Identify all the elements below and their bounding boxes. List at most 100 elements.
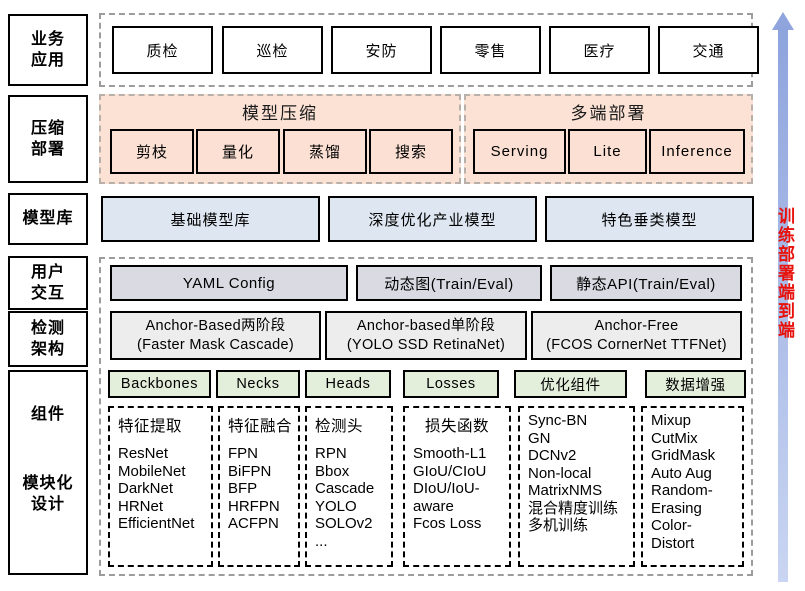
- list-item: Auto Aug: [651, 464, 712, 482]
- component-tag-0-label: Backbones: [120, 376, 199, 392]
- row-label-compress-text: 压缩 部署: [30, 119, 65, 158]
- interaction-item-1[interactable]: 动态图(Train/Eval): [356, 265, 542, 301]
- list-item: 多机训练: [528, 517, 589, 535]
- app-box-4[interactable]: 医疗: [549, 26, 650, 74]
- deployment-item-2-label: Inference: [661, 143, 733, 160]
- row-label-interaction-text: 用户 交互: [30, 263, 65, 302]
- list-item: DIoU/IoU-: [413, 480, 480, 498]
- module-column-0-list: ResNet MobileNet DarkNet HRNet Efficient…: [118, 445, 211, 533]
- model-compression-title: 模型压缩: [242, 104, 318, 123]
- list-item: HRFPN: [228, 497, 280, 515]
- arch-item-0[interactable]: Anchor-Based两阶段 (Faster Mask Cascade): [110, 311, 321, 360]
- deployment-item-0-label: Serving: [490, 143, 549, 160]
- app-box-3[interactable]: 零售: [440, 26, 541, 74]
- component-tag-5-label: 数据增强: [665, 377, 726, 394]
- model-zoo-item-1[interactable]: 深度优化产业模型: [328, 196, 537, 242]
- row-label-business-text: 业务 应用: [30, 30, 65, 69]
- list-item: DCNv2: [528, 447, 577, 465]
- architecture-diagram: 业务 应用 质检 巡检 安防 零售 医疗 交通 压缩 部署 模型压缩 剪枝 量化…: [0, 0, 805, 591]
- module-column-3-title: 损失函数: [424, 418, 489, 435]
- module-column-5: Mixup CutMix GridMask Auto Aug Random- E…: [641, 406, 744, 567]
- app-box-1-label: 巡检: [256, 42, 289, 60]
- list-item: Bbox: [315, 462, 350, 480]
- deployment-item-1[interactable]: Lite: [568, 129, 647, 174]
- row-label-modelzoo: 模型库: [8, 193, 88, 245]
- interaction-item-0[interactable]: YAML Config: [110, 265, 348, 301]
- list-item: ResNet: [118, 445, 169, 462]
- module-column-1-title: 特征融合: [228, 418, 293, 435]
- list-item: RPN: [315, 445, 347, 462]
- list-item: FPN: [228, 445, 258, 462]
- component-tag-1[interactable]: Necks: [216, 370, 300, 398]
- module-column-0: 特征提取 ResNet MobileNet DarkNet HRNet Effi…: [108, 406, 213, 567]
- list-item: Erasing: [651, 499, 702, 517]
- module-column-5-list: Mixup CutMix GridMask Auto Aug Random- E…: [651, 412, 742, 552]
- list-item: YOLO: [315, 497, 357, 515]
- component-tag-0[interactable]: Backbones: [108, 370, 211, 398]
- list-item: GIoU/CIoU: [413, 462, 487, 480]
- app-box-4-label: 医疗: [583, 42, 616, 60]
- list-item: GN: [528, 429, 551, 447]
- row-label-architecture-text: 检测 架构: [30, 319, 65, 358]
- compression-item-0[interactable]: 剪枝: [110, 129, 194, 174]
- module-column-4-list: Sync-BN GN DCNv2 Non-local MatrixNMS 混合精…: [528, 412, 633, 535]
- app-box-0[interactable]: 质检: [112, 26, 213, 74]
- deployment-item-2[interactable]: Inference: [649, 129, 745, 174]
- module-column-0-title: 特征提取: [118, 418, 183, 435]
- model-zoo-item-2[interactable]: 特色垂类模型: [545, 196, 754, 242]
- arch-item-1[interactable]: Anchor-based单阶段 (YOLO SSD RetinaNet): [325, 311, 527, 360]
- list-item: SOLOv2: [315, 515, 373, 533]
- interaction-item-2[interactable]: 静态API(Train/Eval): [550, 265, 742, 301]
- interaction-item-1-label: 动态图(Train/Eval): [384, 275, 514, 293]
- compression-item-1[interactable]: 量化: [196, 129, 280, 174]
- component-tag-1-label: Necks: [236, 376, 280, 392]
- app-box-2[interactable]: 安防: [331, 26, 432, 74]
- compression-item-2[interactable]: 蒸馏: [283, 129, 367, 174]
- deployment-item-0[interactable]: Serving: [473, 129, 566, 174]
- row-label-modelzoo-text: 模型库: [22, 210, 74, 228]
- app-box-2-label: 安防: [365, 42, 398, 60]
- model-zoo-item-1-label: 深度优化产业模型: [368, 211, 497, 229]
- component-tag-4[interactable]: 优化组件: [514, 370, 627, 398]
- list-item: Fcos Loss: [413, 515, 482, 533]
- module-column-1: 特征融合 FPN BiFPN BFP HRFPN ACFPN: [218, 406, 300, 567]
- list-item: ACFPN: [228, 515, 279, 533]
- list-item: Cascade: [315, 480, 375, 498]
- list-item: 混合精度训练: [528, 499, 619, 517]
- app-box-1[interactable]: 巡检: [222, 26, 323, 74]
- app-box-5-label: 交通: [692, 42, 725, 60]
- list-item: Sync-BN: [528, 412, 588, 429]
- component-tag-3[interactable]: Losses: [403, 370, 499, 398]
- component-tag-3-label: Losses: [426, 376, 476, 392]
- arch-item-2-line2: (FCOS CornerNet TTFNet): [546, 336, 727, 353]
- list-item: Non-local: [528, 464, 592, 482]
- row-label-business: 业务 应用: [8, 14, 88, 86]
- arch-item-0-line2: (Faster Mask Cascade): [137, 336, 294, 353]
- model-zoo-item-2-label: 特色垂类模型: [601, 211, 698, 229]
- component-tag-5[interactable]: 数据增强: [645, 370, 746, 398]
- interaction-item-2-label: 静态API(Train/Eval): [576, 275, 716, 293]
- module-column-1-list: FPN BiFPN BFP HRFPN ACFPN: [228, 445, 298, 533]
- component-tag-2[interactable]: Heads: [305, 370, 391, 398]
- module-column-3: 损失函数 Smooth-L1 GIoU/CIoU DIoU/IoU- aware…: [403, 406, 511, 567]
- app-box-0-label: 质检: [146, 42, 179, 60]
- list-item: Mixup: [651, 412, 692, 429]
- list-item: MobileNet: [118, 462, 186, 480]
- compression-item-2-label: 蒸馏: [308, 144, 341, 161]
- compression-item-3-label: 搜索: [394, 144, 427, 161]
- list-item: Smooth-L1: [413, 445, 487, 462]
- module-column-2: 检测头 RPN Bbox Cascade YOLO SOLOv2 ...: [305, 406, 393, 567]
- list-item: Random-: [651, 482, 713, 500]
- list-item: BFP: [228, 480, 258, 498]
- module-column-2-list: RPN Bbox Cascade YOLO SOLOv2 ...: [315, 445, 391, 550]
- list-item: EfficientNet: [118, 515, 195, 533]
- list-item: CutMix: [651, 429, 698, 447]
- compression-item-1-label: 量化: [221, 144, 254, 161]
- list-item: ...: [315, 532, 328, 550]
- arch-item-2[interactable]: Anchor-Free (FCOS CornerNet TTFNet): [531, 311, 742, 360]
- app-box-5[interactable]: 交通: [658, 26, 759, 74]
- model-zoo-item-0[interactable]: 基础模型库: [101, 196, 320, 242]
- compression-item-3[interactable]: 搜索: [369, 129, 453, 174]
- row-label-components-top: 组件: [30, 406, 65, 423]
- row-label-architecture: 检测 架构: [8, 311, 88, 367]
